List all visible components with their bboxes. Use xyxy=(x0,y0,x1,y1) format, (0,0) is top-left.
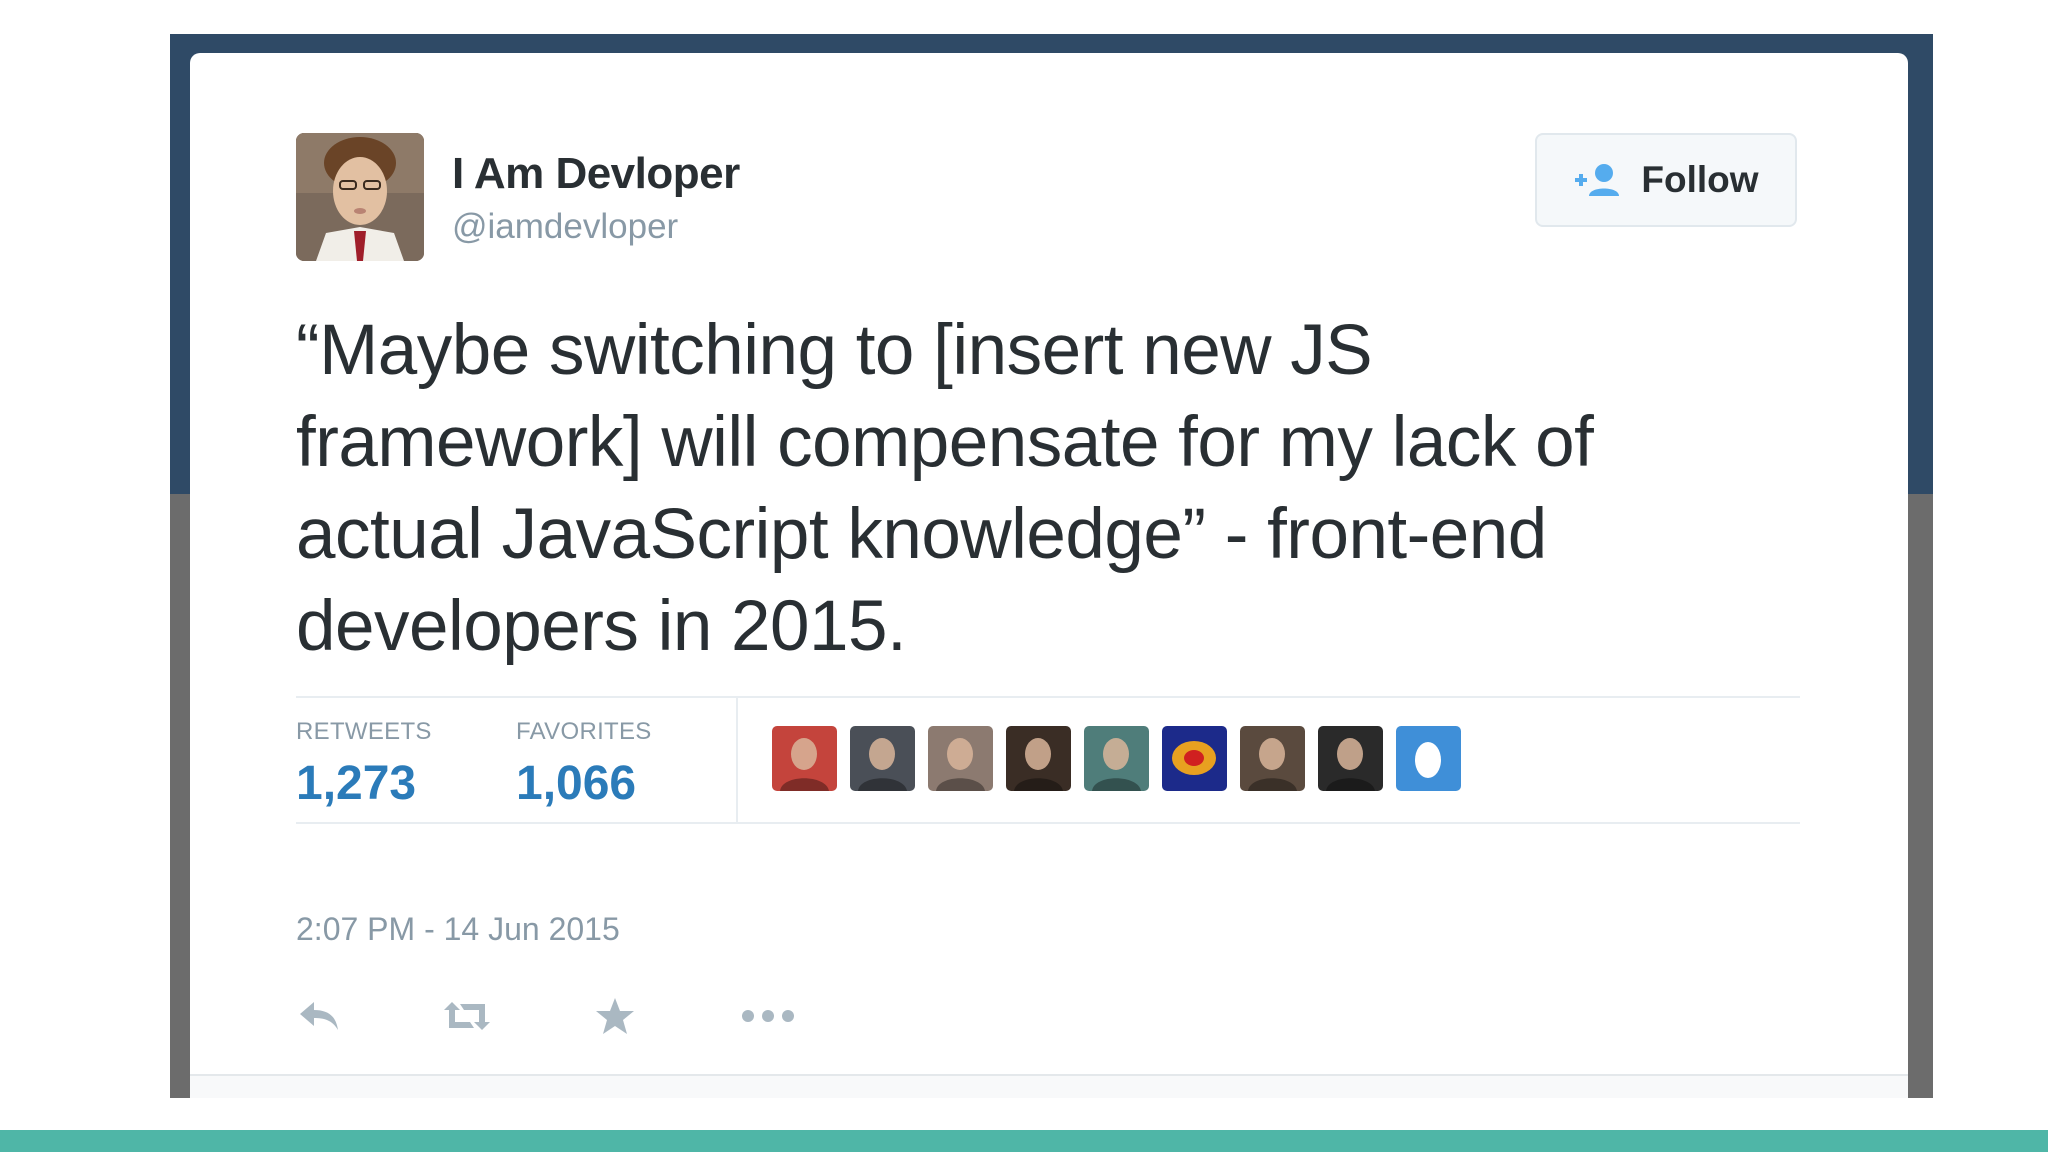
more-options-button[interactable] xyxy=(740,993,796,1043)
favorite-button[interactable] xyxy=(594,993,636,1043)
favoriter-avatar-4[interactable] xyxy=(1006,726,1071,791)
tweet-text-line: actual JavaScript knowledge” - front-end xyxy=(296,495,1547,574)
tweet-card: I Am Devloper @iamdevloper Follow “Maybe… xyxy=(190,53,1908,1098)
follow-button[interactable]: Follow xyxy=(1535,133,1797,227)
favoriters-avatar-row xyxy=(772,726,1461,791)
favoriter-avatar-1[interactable] xyxy=(772,726,837,791)
favorite-star-icon xyxy=(594,996,636,1041)
favoriter-avatar-3[interactable] xyxy=(928,726,993,791)
favoriter-avatar-8[interactable] xyxy=(1318,726,1383,791)
retweets-count: 1,273 xyxy=(296,757,417,810)
card-footer-edge xyxy=(190,1074,1908,1098)
retweets-label: RETWEETS xyxy=(296,718,432,745)
reply-button[interactable] xyxy=(296,993,342,1043)
tweet-timestamp[interactable]: 2:07 PM - 14 Jun 2015 xyxy=(296,911,620,948)
screen: I Am Devloper @iamdevloper Follow “Maybe… xyxy=(0,0,2048,1152)
more-options-icon xyxy=(740,1008,796,1029)
add-user-icon xyxy=(1573,162,1625,198)
avatar-portrait-image xyxy=(296,133,424,261)
user-handle[interactable]: @iamdevloper xyxy=(452,207,678,247)
favoriter-avatar-5[interactable] xyxy=(1084,726,1149,791)
user-display-name[interactable]: I Am Devloper xyxy=(452,149,740,199)
favoriter-avatar-9[interactable] xyxy=(1396,726,1461,791)
retweet-icon xyxy=(438,998,496,1039)
follow-button-label: Follow xyxy=(1641,159,1759,200)
tweet-text-line: framework] will compensate for my lack o… xyxy=(296,403,1594,482)
teal-accent-bar xyxy=(0,1130,2048,1152)
stats-divider xyxy=(736,698,738,822)
favoriter-avatar-7[interactable] xyxy=(1240,726,1305,791)
tweet-text: “Maybe switching to [insert new JS frame… xyxy=(296,305,1816,673)
favorites-count: 1,066 xyxy=(516,757,637,810)
user-avatar[interactable] xyxy=(296,133,424,261)
retweet-button[interactable] xyxy=(438,993,496,1043)
tweet-text-line: developers in 2015. xyxy=(296,587,907,666)
favoriter-avatar-6[interactable] xyxy=(1162,726,1227,791)
tweet-text-line: “Maybe switching to [insert new JS xyxy=(296,311,1373,390)
favorites-label: FAVORITES xyxy=(516,718,652,745)
favoriter-avatar-2[interactable] xyxy=(850,726,915,791)
favorites-stat[interactable]: FAVORITES 1,066 xyxy=(516,718,652,811)
tweet-stats: RETWEETS 1,273 FAVORITES 1,066 xyxy=(296,696,1800,824)
retweets-stat[interactable]: RETWEETS 1,273 xyxy=(296,718,432,811)
reply-icon xyxy=(296,998,342,1039)
